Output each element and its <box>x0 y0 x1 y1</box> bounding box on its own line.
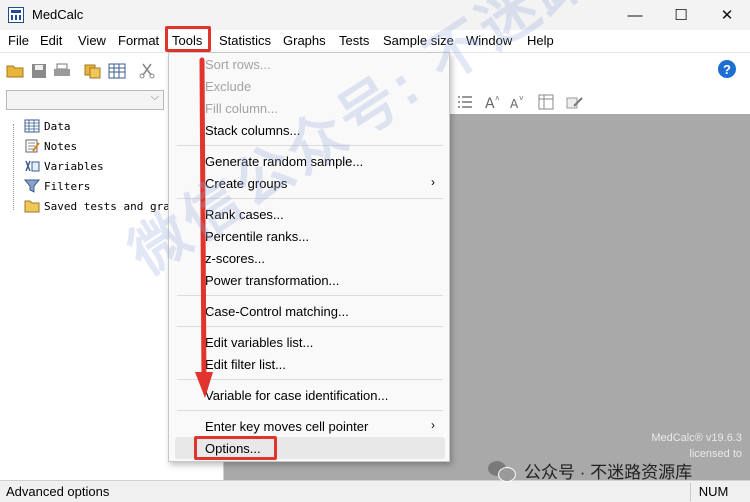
menu-separator <box>177 379 443 380</box>
tree-item-label: Notes <box>44 139 78 153</box>
menu-file[interactable]: File <box>8 33 29 48</box>
num-lock-indicator: NUM <box>690 483 736 501</box>
menu-separator <box>177 410 443 411</box>
svg-text:˄: ˄ <box>495 94 500 103</box>
tree-item-label: Filters <box>44 179 91 193</box>
tree-item-variables[interactable]: Variables <box>24 158 104 174</box>
variable-combo-box[interactable]: ⌵ <box>6 90 164 110</box>
menu-graphs[interactable]: Graphs <box>283 33 326 48</box>
submenu-arrow-icon: › <box>431 175 435 189</box>
menu-edit[interactable]: Edit <box>40 33 62 48</box>
menu-item-sort-rows[interactable]: Sort rows... <box>205 54 271 74</box>
help-icon[interactable]: ? <box>718 60 736 78</box>
svg-text:˅: ˅ <box>519 94 524 103</box>
menu-item-edit-variables-list[interactable]: Edit variables list... <box>205 332 313 352</box>
version-line: MedCalc® v19.6.3 <box>651 432 742 444</box>
menu-item-enter-key-moves-cell-pointer[interactable]: Enter key moves cell pointer <box>205 416 368 436</box>
tree-connector-line <box>13 124 14 210</box>
tree-item-notes[interactable]: Notes <box>24 138 77 154</box>
menu-statistics[interactable]: Statistics <box>219 33 271 48</box>
submenu-arrow-icon: › <box>431 418 435 432</box>
wechat-icon <box>488 460 516 482</box>
decrease-font-icon[interactable]: A ˅ <box>508 94 526 110</box>
menu-item-variable-case-identification[interactable]: Variable for case identification... <box>205 385 388 405</box>
wechat-tag-label: 公众号 · 不迷路资源库 <box>524 463 693 482</box>
save-icon[interactable] <box>30 63 48 79</box>
menu-item-label: Enter key moves cell pointer <box>205 418 369 434</box>
svg-text:A: A <box>485 96 495 110</box>
tree-item-label: Variables <box>44 159 104 173</box>
window-title: MedCalc <box>32 7 84 22</box>
menu-item-case-control-matching[interactable]: Case-Control matching... <box>205 301 349 321</box>
filter-icon <box>24 179 40 193</box>
spreadsheet-icon[interactable] <box>108 63 126 79</box>
list-icon[interactable] <box>456 94 474 110</box>
title-bar: MedCalc — ☐ ✕ <box>0 0 750 30</box>
folder-icon <box>24 200 40 213</box>
menu-format[interactable]: Format <box>118 33 159 48</box>
minimize-button[interactable]: — <box>612 0 658 30</box>
close-button[interactable]: ✕ <box>704 0 750 30</box>
menu-separator <box>177 295 443 296</box>
tree-item-label: Data <box>44 119 71 133</box>
menu-item-power-transformation[interactable]: Power transformation... <box>205 270 339 290</box>
edit-pencil-icon[interactable] <box>566 94 584 110</box>
options-highlight-box <box>194 436 277 460</box>
print-icon[interactable] <box>53 63 71 79</box>
format-table-icon[interactable] <box>538 94 556 110</box>
tree-item-data[interactable]: Data <box>24 118 71 134</box>
menu-separator <box>177 326 443 327</box>
menu-tests[interactable]: Tests <box>339 33 369 48</box>
copy-to-folder-icon[interactable] <box>84 63 102 79</box>
status-text: Advanced options <box>6 484 110 499</box>
medcalc-app-icon <box>8 7 24 23</box>
chevron-down-icon: ⌵ <box>150 91 159 103</box>
notes-icon <box>25 139 40 153</box>
menu-view[interactable]: View <box>78 33 106 48</box>
menu-item-edit-filter-list[interactable]: Edit filter list... <box>205 354 286 374</box>
svg-text:A: A <box>510 97 519 110</box>
wechat-source-tag: 公众号 · 不迷路资源库 <box>488 458 692 483</box>
tools-menu-highlight-box <box>165 26 211 52</box>
cut-icon[interactable] <box>138 63 156 79</box>
menu-item-exclude[interactable]: Exclude <box>205 76 251 96</box>
variables-icon <box>25 160 40 172</box>
tree-item-filters[interactable]: Filters <box>24 178 90 194</box>
data-grid-icon <box>24 119 40 133</box>
maximize-button[interactable]: ☐ <box>658 0 704 30</box>
menu-item-fill-column[interactable]: Fill column... <box>205 98 278 118</box>
increase-font-icon[interactable]: A ˄ <box>484 94 502 110</box>
status-bar: Advanced options NUM <box>0 480 750 502</box>
open-folder-icon[interactable] <box>6 63 24 79</box>
